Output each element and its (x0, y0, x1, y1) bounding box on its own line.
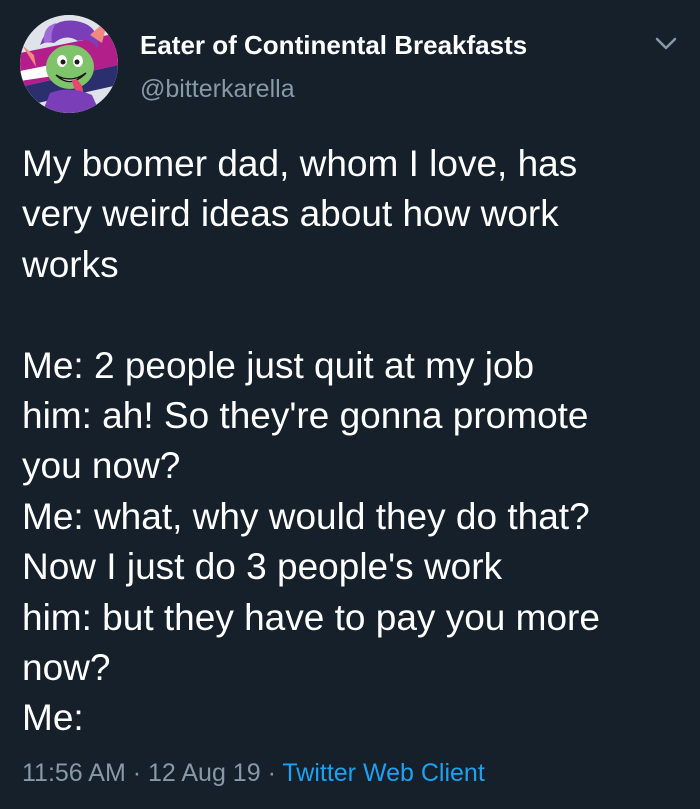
tweet-text-line: Me: 2 people just quit at my job (22, 344, 535, 386)
meta-separator: · (260, 759, 283, 787)
tweet-text-line: you now? (22, 445, 181, 487)
user-handle[interactable]: @bitterkarella (140, 74, 295, 104)
tweet-text-line: now? (22, 647, 111, 689)
chevron-down-icon[interactable] (650, 30, 682, 58)
tweet-client-link[interactable]: Twitter Web Client (282, 759, 484, 787)
tweet-date[interactable]: 12 Aug 19 (148, 759, 261, 787)
tweet-text-line: works (22, 243, 119, 285)
tweet-text-line: My boomer dad, whom I love, has (22, 143, 578, 184)
avatar[interactable] (20, 15, 118, 113)
tweet-text-line: very weird ideas about how work (22, 193, 559, 235)
tweet-text-line: him: but they have to pay you more (22, 596, 600, 638)
meta-separator: · (125, 759, 148, 787)
display-name[interactable]: Eater of Continental Breakfasts (140, 30, 527, 60)
cartoon-character-avatar-icon (20, 15, 118, 113)
tweet-card: Eater of Continental Breakfasts @bitterk… (0, 0, 700, 809)
chevron-down-icon-glyph (655, 37, 677, 50)
tweet-text: My boomer dad, whom I love, has very wei… (22, 139, 682, 744)
tweet-text-line: Now I just do 3 people's work (22, 546, 503, 588)
tweet-text-line (22, 290, 682, 340)
tweet-metadata: 11:56 AM · 12 Aug 19 · Twitter Web Clien… (22, 758, 485, 788)
tweet-text-line: Me: what, why would they do that? (22, 495, 590, 537)
tweet-time[interactable]: 11:56 AM (22, 759, 126, 787)
tweet-text-line: Me: (22, 697, 84, 739)
tweet-text-line: him: ah! So they're gonna promote (22, 395, 589, 437)
